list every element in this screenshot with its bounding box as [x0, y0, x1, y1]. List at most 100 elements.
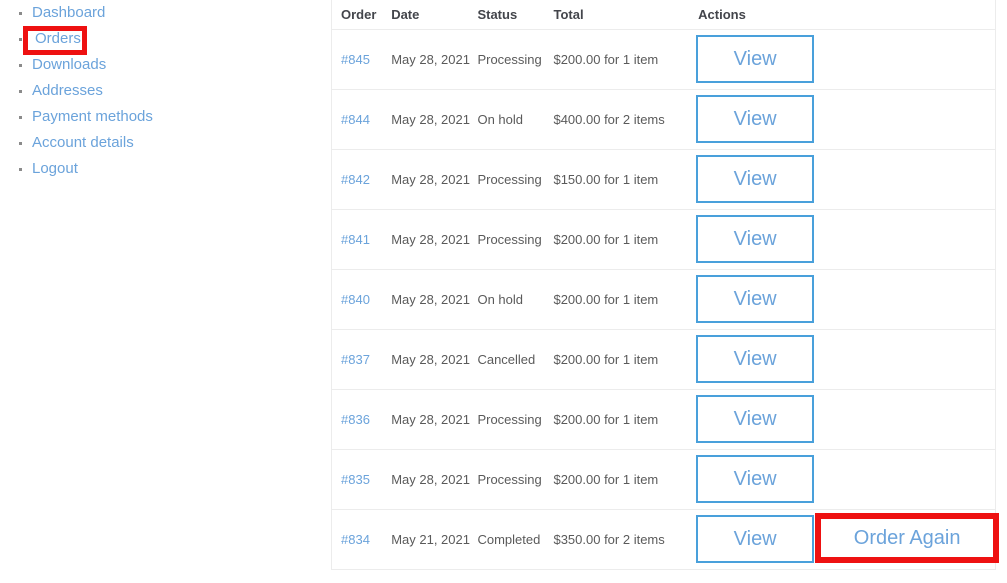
cell-date: May 28, 2021: [383, 149, 478, 210]
cell-order: #842: [331, 149, 384, 210]
cell-date: May 21, 2021: [383, 509, 478, 570]
action-button-group: View: [696, 95, 815, 143]
actions-cell-inner: View Order Again: [677, 510, 1000, 569]
order-number-link[interactable]: #835: [341, 472, 370, 487]
cell-status: Processing: [477, 149, 554, 210]
cell-actions: View: [677, 209, 996, 270]
sidebar-item-dashboard[interactable]: Dashboard: [0, 0, 320, 26]
account-nav-list: Dashboard Orders Downloads Addresses Payment…: [0, 0, 320, 182]
orders-table-container: Order Date Status Total Actions #845 May 28, …: [331, 0, 1000, 570]
cell-actions: View: [677, 449, 996, 510]
sidebar-item-label[interactable]: Account details: [32, 134, 134, 151]
actions-cell-inner: View: [677, 390, 995, 449]
cell-status: Cancelled: [477, 329, 554, 390]
cell-status: Processing: [477, 389, 554, 450]
cell-total: $200.00 for 1 item: [553, 389, 678, 450]
actions-cell-inner: View: [677, 330, 995, 389]
sidebar-item-payment-methods[interactable]: Payment methods: [0, 104, 320, 130]
view-order-button[interactable]: View: [696, 275, 815, 323]
sidebar-item-label[interactable]: Addresses: [32, 82, 103, 99]
sidebar-item-logout[interactable]: Logout: [0, 156, 320, 182]
table-row: #834 May 21, 2021 Completed $350.00 for 2 i…: [331, 509, 1000, 570]
view-order-button[interactable]: View: [696, 335, 815, 383]
action-button-group: View: [696, 335, 815, 383]
cell-date: May 28, 2021: [383, 89, 478, 150]
cell-actions: View: [677, 89, 996, 150]
account-navigation: Dashboard Orders Downloads Addresses Payment…: [0, 0, 320, 182]
cell-order: #836: [331, 389, 384, 450]
view-order-button[interactable]: View: [696, 95, 815, 143]
cell-actions: View: [677, 269, 996, 330]
order-number-link[interactable]: #840: [341, 292, 370, 307]
cell-date: May 28, 2021: [383, 269, 478, 330]
sidebar-item-label[interactable]: Orders: [35, 30, 81, 47]
cell-total: $350.00 for 2 items: [553, 509, 678, 570]
column-header-order: Order: [331, 0, 384, 30]
table-row: #835 May 28, 2021 Processing $200.00 for 1 …: [331, 449, 996, 510]
order-number-link[interactable]: #836: [341, 412, 370, 427]
action-button-group: View Order Again: [696, 513, 1000, 563]
sidebar-item-label[interactable]: Logout: [32, 160, 78, 177]
cell-date: May 28, 2021: [383, 389, 478, 450]
order-again-button[interactable]: Order Again: [815, 513, 999, 563]
actions-cell-inner: View: [677, 450, 995, 509]
action-button-group: View: [696, 215, 815, 263]
action-button-group: View: [696, 35, 815, 83]
order-number-link[interactable]: #834: [341, 532, 370, 547]
cell-status: On hold: [477, 89, 554, 150]
order-number-link[interactable]: #841: [341, 232, 370, 247]
order-again-wrapper: Order Again: [815, 513, 1000, 563]
order-number-link[interactable]: #844: [341, 112, 370, 127]
cell-actions: View Order Again: [677, 509, 1000, 570]
actions-cell-inner: View: [677, 210, 995, 269]
view-order-button[interactable]: View: [696, 215, 815, 263]
view-order-button[interactable]: View: [696, 515, 815, 563]
cell-status: Processing: [477, 449, 554, 510]
sidebar-item-label[interactable]: Payment methods: [32, 108, 153, 125]
cell-order: #835: [331, 449, 384, 510]
order-number-link[interactable]: #845: [341, 52, 370, 67]
column-header-date: Date: [383, 0, 478, 30]
cell-total: $200.00 for 1 item: [553, 209, 678, 270]
view-order-button[interactable]: View: [696, 395, 815, 443]
cell-status: On hold: [477, 269, 554, 330]
action-button-group: View: [696, 275, 815, 323]
action-button-group: View: [696, 395, 815, 443]
cell-total: $150.00 for 1 item: [553, 149, 678, 210]
sidebar-item-addresses[interactable]: Addresses: [0, 78, 320, 104]
account-orders-page: Dashboard Orders Downloads Addresses Payment…: [0, 0, 1007, 583]
sidebar-item-orders[interactable]: Orders: [0, 26, 320, 55]
order-number-link[interactable]: #837: [341, 352, 370, 367]
order-number-link[interactable]: #842: [341, 172, 370, 187]
table-row: #836 May 28, 2021 Processing $200.00 for 1 …: [331, 389, 996, 450]
cell-status: Processing: [477, 29, 554, 90]
column-header-total: Total: [553, 0, 678, 30]
cell-date: May 28, 2021: [383, 329, 478, 390]
cell-status: Processing: [477, 209, 554, 270]
sidebar-item-account-details[interactable]: Account details: [0, 130, 320, 156]
action-button-group: View: [696, 455, 815, 503]
table-row: #845 May 28, 2021 Processing $200.00 for 1 …: [331, 29, 996, 90]
view-order-button[interactable]: View: [696, 35, 815, 83]
actions-cell-inner: View: [677, 270, 995, 329]
view-order-button[interactable]: View: [696, 455, 815, 503]
cell-order: #834: [331, 509, 384, 570]
cell-actions: View: [677, 389, 996, 450]
sidebar-item-label[interactable]: Dashboard: [32, 4, 105, 21]
sidebar-item-label[interactable]: Downloads: [32, 56, 106, 73]
cell-order: #841: [331, 209, 384, 270]
table-row: #837 May 28, 2021 Cancelled $200.00 for 1 i…: [331, 329, 996, 390]
orders-table: Order Date Status Total Actions #845 May 28, …: [331, 0, 1000, 570]
cell-total: $200.00 for 1 item: [553, 329, 678, 390]
column-header-actions: Actions: [677, 0, 996, 30]
orders-table-body: #845 May 28, 2021 Processing $200.00 for 1 …: [331, 29, 1000, 570]
view-order-button[interactable]: View: [696, 155, 815, 203]
table-row: #844 May 28, 2021 On hold $400.00 for 2 ite…: [331, 89, 996, 150]
actions-cell-inner: View: [677, 30, 995, 89]
actions-cell-inner: View: [677, 90, 995, 149]
sidebar-item-downloads[interactable]: Downloads: [0, 52, 320, 78]
cell-total: $200.00 for 1 item: [553, 449, 678, 510]
cell-status: Completed: [477, 509, 554, 570]
table-row: #841 May 28, 2021 Processing $200.00 for 1 …: [331, 209, 996, 270]
action-button-group: View: [696, 155, 815, 203]
